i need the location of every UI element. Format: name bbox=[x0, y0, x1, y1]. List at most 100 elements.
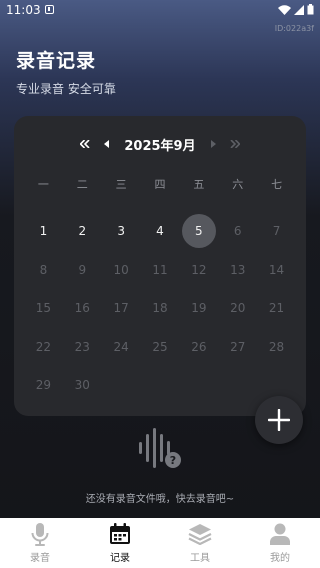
calendar-day-number: 5 bbox=[195, 224, 203, 239]
tab-label: 录音 bbox=[30, 553, 50, 564]
caret-right-icon bbox=[210, 140, 216, 148]
double-chevron-left-icon bbox=[80, 140, 90, 148]
days-grid: 1 2 3 4 5 6 7 8 9 10 11 12 13 14 15 16 17 18 19 20 21 22 23 24 2… bbox=[24, 212, 296, 405]
tab-label: 记录 bbox=[110, 553, 130, 564]
calendar-day[interactable]: 14 bbox=[257, 251, 296, 290]
calendar-day[interactable]: 6 bbox=[218, 212, 257, 251]
month-label: 2025年9月 bbox=[124, 138, 196, 154]
calendar-day-number: 3 bbox=[117, 224, 125, 239]
tab-tools[interactable]: 工具 bbox=[160, 518, 240, 568]
calendar-day[interactable]: 23 bbox=[63, 328, 102, 367]
calendar-day[interactable]: 24 bbox=[102, 328, 141, 367]
calendar-day-number: 29 bbox=[35, 378, 52, 393]
tab-label: 工具 bbox=[190, 553, 210, 564]
signal-icon bbox=[294, 4, 304, 15]
calendar-day-number: 18 bbox=[152, 301, 168, 316]
calendar-day[interactable]: 29 bbox=[24, 366, 63, 405]
calendar-day-number: 11 bbox=[152, 262, 168, 277]
calendar-day-number: 9 bbox=[78, 262, 87, 277]
calendar-icon bbox=[108, 522, 132, 546]
calendar-day[interactable]: 19 bbox=[179, 289, 218, 328]
calendar-day-number: 4 bbox=[156, 224, 164, 239]
weekday-label: 四 bbox=[154, 178, 166, 191]
empty-state-text: 还没有录音文件哦，快去录音吧~ bbox=[85, 494, 235, 505]
add-recording-button[interactable] bbox=[255, 396, 303, 444]
calendar-day[interactable]: 27 bbox=[218, 328, 257, 367]
prev-month-button[interactable] bbox=[100, 137, 114, 151]
weekday-label: 五 bbox=[193, 178, 205, 191]
calendar-day[interactable]: 2 bbox=[63, 212, 102, 251]
calendar-day[interactable]: 28 bbox=[257, 328, 296, 367]
calendar-day-selected[interactable]: 5 bbox=[179, 212, 218, 251]
tab-profile[interactable]: 我的 bbox=[240, 518, 320, 568]
calendar-day[interactable]: 21 bbox=[257, 289, 296, 328]
calendar-day[interactable]: 17 bbox=[102, 289, 141, 328]
calendar-day[interactable]: 4 bbox=[141, 212, 180, 251]
calendar-day[interactable]: 16 bbox=[63, 289, 102, 328]
calendar-day-number: 1 bbox=[39, 224, 48, 239]
calendar-day[interactable]: 13 bbox=[218, 251, 257, 290]
calendar-day[interactable]: 12 bbox=[179, 251, 218, 290]
calendar-day[interactable]: 7 bbox=[257, 212, 296, 251]
calendar-day[interactable]: 26 bbox=[179, 328, 218, 367]
calendar-day-number: 7 bbox=[272, 224, 281, 239]
calendar-day-number: 25 bbox=[152, 339, 168, 354]
calendar-day-number: 13 bbox=[230, 262, 246, 277]
calendar-day-number: 15 bbox=[35, 301, 52, 316]
wifi-icon bbox=[278, 4, 291, 15]
layers-icon bbox=[188, 522, 212, 546]
plus-icon bbox=[268, 409, 290, 431]
calendar-day-number: 24 bbox=[113, 339, 129, 354]
calendar-day-number: 8 bbox=[39, 262, 48, 277]
tab-label: 我的 bbox=[270, 553, 290, 564]
tab-record[interactable]: 录音 bbox=[0, 518, 80, 568]
calendar-day-number: 20 bbox=[230, 301, 246, 316]
tab-history[interactable]: 记录 bbox=[80, 518, 160, 568]
calendar-day-number: 28 bbox=[268, 339, 285, 354]
calendar-day[interactable]: 22 bbox=[24, 328, 63, 367]
notification-icon bbox=[45, 5, 54, 14]
calendar-day-number: 21 bbox=[268, 301, 285, 316]
svg-text:?: ? bbox=[170, 454, 176, 467]
calendar-header: 2025年9月 bbox=[14, 134, 306, 154]
calendar-day[interactable]: 10 bbox=[102, 251, 141, 290]
weekday-label: 六 bbox=[232, 178, 244, 191]
bottom-tab-bar: 录音 记录 工具 我的 bbox=[0, 518, 320, 568]
calendar-day[interactable]: 20 bbox=[218, 289, 257, 328]
calendar-day-number: 22 bbox=[35, 339, 52, 354]
calendar-day[interactable]: 1 bbox=[24, 212, 63, 251]
status-icons bbox=[278, 4, 314, 15]
page-title: 录音记录 bbox=[16, 50, 97, 72]
calendar-day-number: 30 bbox=[74, 378, 90, 393]
next-year-button[interactable] bbox=[228, 137, 242, 151]
calendar-day[interactable]: 3 bbox=[102, 212, 141, 251]
calendar-day-number: 17 bbox=[113, 301, 129, 316]
device-id: ID:022a3f bbox=[274, 24, 314, 33]
status-bar: 11:03 bbox=[0, 0, 320, 22]
sound-wave-question-icon: ? bbox=[139, 428, 181, 468]
calendar-day[interactable]: 18 bbox=[141, 289, 180, 328]
calendar-day-number: 26 bbox=[191, 339, 207, 354]
calendar-day-number: 6 bbox=[233, 224, 242, 239]
calendar-day[interactable]: 30 bbox=[63, 366, 102, 405]
weekday-label: 三 bbox=[115, 178, 127, 191]
weekday-row: 一 二 三 四 五 六 七 bbox=[24, 176, 296, 192]
calendar-day[interactable]: 11 bbox=[141, 251, 180, 290]
calendar-day-number: 2 bbox=[78, 224, 87, 239]
calendar-day-number: 16 bbox=[74, 301, 90, 316]
calendar-day[interactable]: 25 bbox=[141, 328, 180, 367]
calendar-card: 2025年9月 一 二 三 四 五 六 七 1 2 3 4 5 6 7 8 9 10 11 12 13 1… bbox=[14, 116, 306, 416]
calendar-day-number: 10 bbox=[113, 262, 129, 277]
calendar-day[interactable]: 9 bbox=[63, 251, 102, 290]
calendar-day-number: 14 bbox=[268, 262, 285, 277]
next-month-button[interactable] bbox=[206, 137, 220, 151]
calendar-day-number: 19 bbox=[191, 301, 207, 316]
status-time: 11:03 bbox=[6, 3, 41, 17]
calendar-day-number: 12 bbox=[191, 262, 207, 277]
prev-year-button[interactable] bbox=[78, 137, 92, 151]
battery-icon bbox=[307, 4, 314, 15]
calendar-day[interactable]: 15 bbox=[24, 289, 63, 328]
double-chevron-right-icon bbox=[230, 140, 240, 148]
calendar-day[interactable]: 8 bbox=[24, 251, 63, 290]
weekday-label: 一 bbox=[37, 178, 49, 191]
